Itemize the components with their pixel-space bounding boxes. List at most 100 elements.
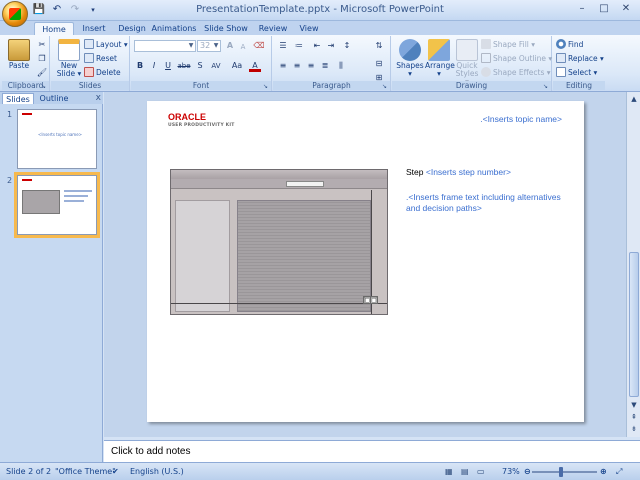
line-spacing-icon[interactable]: ↕ bbox=[341, 40, 353, 52]
normal-view-icon[interactable]: ▦ bbox=[445, 466, 453, 478]
topic-placeholder[interactable]: .<Inserts topic name> bbox=[480, 114, 562, 124]
zoom-in-icon[interactable]: ⊕ bbox=[600, 466, 607, 478]
resize-handles-icon[interactable]: ▣▣ bbox=[363, 296, 379, 304]
slide-thumbnail-2[interactable] bbox=[14, 172, 100, 238]
tab-view[interactable]: View bbox=[291, 22, 327, 35]
arrange-button[interactable]: Arrange ▾ bbox=[425, 39, 455, 78]
notes-pane[interactable]: Click to add notes bbox=[104, 440, 640, 462]
zoom-slider[interactable] bbox=[532, 471, 597, 473]
delete-button[interactable]: Delete bbox=[84, 67, 121, 79]
italic-button[interactable]: I bbox=[148, 60, 160, 72]
zoom-slider-knob[interactable] bbox=[559, 467, 564, 477]
character-spacing-button[interactable]: AV bbox=[208, 60, 224, 72]
step-text[interactable]: Step <Inserts step number> bbox=[406, 167, 511, 177]
slide-thumbnail-1[interactable]: <Inserts topic name> bbox=[17, 109, 97, 169]
scroll-down-icon[interactable]: ▼ bbox=[629, 400, 639, 410]
replace-button[interactable]: Replace ▾ bbox=[556, 53, 604, 65]
font-color-button[interactable]: A bbox=[249, 60, 261, 72]
previous-slide-icon[interactable]: ⇞ bbox=[629, 412, 639, 422]
reset-button[interactable]: Reset bbox=[84, 53, 117, 65]
shape-effects-button[interactable]: Shape Effects ▾ bbox=[481, 67, 551, 79]
slide-canvas[interactable]: ORACLE USER PRODUCTIVITY KIT .<Inserts t… bbox=[147, 101, 584, 422]
shrink-font-icon[interactable]: A bbox=[237, 41, 249, 53]
quick-styles-button[interactable]: Quick Styles ▾ bbox=[454, 39, 480, 86]
paragraph-launcher-icon[interactable]: ↘ bbox=[382, 83, 389, 90]
office-button[interactable] bbox=[2, 1, 28, 27]
shadow-button[interactable]: S bbox=[194, 60, 206, 72]
strikethrough-button[interactable]: abe bbox=[176, 60, 192, 72]
tab-insert[interactable]: Insert bbox=[74, 22, 114, 35]
format-painter-icon[interactable]: 🖌 bbox=[36, 67, 48, 79]
change-case-button[interactable]: Aa bbox=[229, 60, 245, 72]
text-direction-icon[interactable]: ⇅ bbox=[373, 40, 385, 52]
new-slide-button[interactable]: New Slide ▾ bbox=[54, 39, 84, 78]
spell-check-icon[interactable]: ✔ bbox=[112, 466, 119, 478]
font-name-dropdown-icon[interactable]: ▼ bbox=[187, 41, 195, 51]
screenshot-titlebar bbox=[171, 170, 387, 179]
paste-icon bbox=[8, 39, 30, 61]
font-launcher-icon[interactable]: ↘ bbox=[263, 83, 270, 90]
justify-icon[interactable]: ≣ bbox=[319, 60, 331, 72]
clear-formatting-icon[interactable]: ⌫ bbox=[253, 40, 265, 52]
font-name-combo[interactable]: ▼ bbox=[134, 40, 196, 52]
tab-outline[interactable]: Outline bbox=[36, 93, 72, 104]
paste-button[interactable]: Paste bbox=[6, 39, 32, 70]
grow-font-icon[interactable]: A bbox=[224, 40, 236, 52]
quick-styles-icon bbox=[456, 39, 478, 61]
columns-icon[interactable]: ⫼ bbox=[335, 60, 347, 72]
scroll-up-icon[interactable]: ▲ bbox=[629, 94, 639, 104]
thumb-logo bbox=[22, 113, 32, 115]
shapes-button[interactable]: Shapes ▾ bbox=[396, 39, 424, 78]
scroll-thumb[interactable] bbox=[629, 252, 639, 397]
close-button[interactable]: ✕ bbox=[616, 2, 636, 17]
shape-outline-button[interactable]: Shape Outline ▾ bbox=[481, 53, 552, 65]
find-icon bbox=[556, 39, 566, 49]
tab-home[interactable]: Home bbox=[34, 22, 74, 35]
cut-icon[interactable]: ✂ bbox=[36, 39, 48, 51]
zoom-level[interactable]: 73% bbox=[502, 466, 520, 478]
group-clipboard: Paste ✂ ❐ 🖌 Clipboard ↘ bbox=[2, 36, 50, 91]
slide-number-2: 2 bbox=[7, 176, 13, 185]
align-text-icon[interactable]: ⊟ bbox=[373, 58, 385, 70]
shape-fill-button[interactable]: Shape Fill ▾ bbox=[481, 39, 535, 51]
language-indicator[interactable]: English (U.S.) bbox=[130, 466, 184, 478]
thumb-text-line bbox=[64, 195, 88, 197]
align-left-icon[interactable]: ≡ bbox=[277, 60, 289, 72]
zoom-out-icon[interactable]: ⊖ bbox=[524, 466, 531, 478]
find-button[interactable]: Find bbox=[556, 39, 583, 51]
slide-show-icon[interactable]: ▭ bbox=[477, 466, 485, 478]
underline-button[interactable]: U bbox=[162, 60, 174, 72]
screenshot-image[interactable]: ▣▣ bbox=[170, 169, 388, 315]
bullets-icon[interactable]: ☰ bbox=[277, 40, 289, 52]
bold-button[interactable]: B bbox=[134, 60, 146, 72]
office-logo-icon bbox=[9, 8, 21, 20]
tab-design[interactable]: Design bbox=[112, 22, 152, 35]
vertical-scrollbar[interactable]: ▲ ▼ ⇞ ⇟ bbox=[626, 92, 640, 437]
layout-button[interactable]: Layout ▾ bbox=[84, 39, 128, 51]
frame-text-placeholder[interactable]: .<Inserts frame text including alternati… bbox=[406, 192, 566, 214]
align-center-icon[interactable]: ≡ bbox=[291, 60, 303, 72]
decrease-indent-icon[interactable]: ⇤ bbox=[311, 40, 323, 52]
tab-slide-show[interactable]: Slide Show bbox=[202, 22, 250, 35]
numbering-icon[interactable]: ≔ bbox=[293, 40, 305, 52]
font-size-combo[interactable]: 32 ▼ bbox=[197, 40, 221, 52]
thumbnail-text: <Inserts topic name> bbox=[38, 132, 83, 137]
tab-slides[interactable]: Slides bbox=[2, 93, 34, 104]
drawing-launcher-icon[interactable]: ↘ bbox=[543, 83, 550, 90]
step-number-placeholder: <Inserts step number> bbox=[425, 167, 511, 177]
copy-icon[interactable]: ❐ bbox=[36, 53, 48, 65]
tab-review[interactable]: Review bbox=[253, 22, 293, 35]
next-slide-icon[interactable]: ⇟ bbox=[629, 424, 639, 434]
maximize-button[interactable]: □ bbox=[594, 2, 614, 17]
group-slides: New Slide ▾ Layout ▾ Reset Delete Slides bbox=[51, 36, 130, 91]
select-button[interactable]: Select ▾ bbox=[556, 67, 597, 79]
fit-to-window-icon[interactable]: ⤢ bbox=[616, 466, 622, 478]
increase-indent-icon[interactable]: ⇥ bbox=[325, 40, 337, 52]
minimize-button[interactable]: – bbox=[572, 2, 592, 17]
clipboard-launcher-icon[interactable]: ↘ bbox=[41, 83, 48, 90]
font-size-dropdown-icon[interactable]: ▼ bbox=[212, 41, 220, 51]
slide-sorter-icon[interactable]: ▤ bbox=[461, 466, 469, 478]
tab-animations[interactable]: Animations bbox=[150, 22, 198, 35]
align-right-icon[interactable]: ≡ bbox=[305, 60, 317, 72]
close-pane-icon[interactable]: x bbox=[96, 93, 101, 103]
